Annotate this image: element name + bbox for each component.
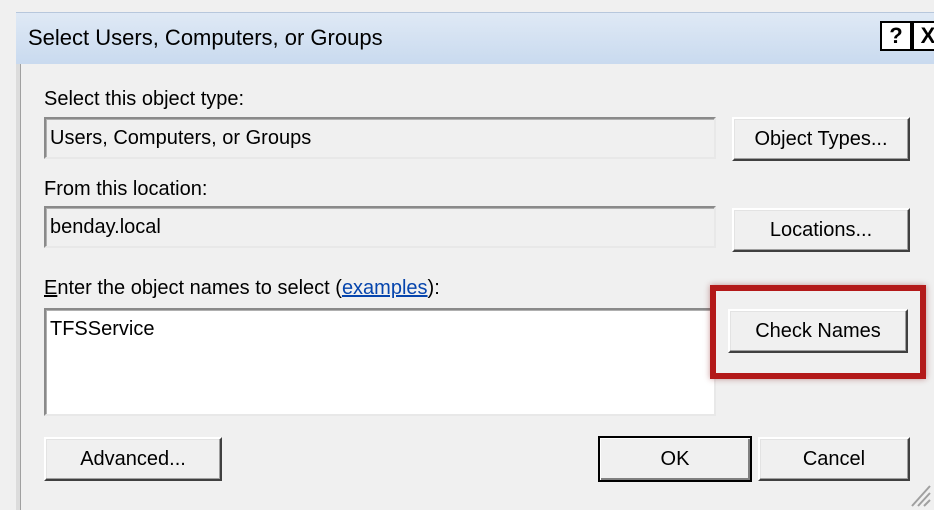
select-users-dialog: Select Users, Computers, or Groups ? X S…	[0, 0, 934, 510]
close-button[interactable]: X	[912, 21, 934, 51]
location-label: From this location:	[44, 178, 208, 200]
object-types-button[interactable]: Object Types...	[732, 117, 910, 161]
cancel-button[interactable]: Cancel	[758, 437, 910, 481]
object-names-label-end: ):	[427, 277, 440, 299]
locations-button[interactable]: Locations...	[732, 208, 910, 252]
object-names-label: Enter the object names to select (exampl…	[44, 277, 440, 300]
object-type-field: Users, Computers, or Groups	[44, 117, 716, 159]
title-bar: Select Users, Computers, or Groups ? X	[16, 12, 934, 64]
accelerator-e: E	[44, 277, 58, 299]
object-names-label-text: nter the object names to select (	[57, 277, 342, 299]
location-field: benday.local	[44, 206, 716, 248]
advanced-button[interactable]: Advanced...	[44, 437, 222, 481]
object-names-input[interactable]: TFSService	[44, 308, 716, 416]
dialog-title: Select Users, Computers, or Groups	[28, 25, 383, 50]
ok-button[interactable]: OK	[598, 436, 752, 482]
check-names-highlight-box	[710, 285, 926, 379]
object-type-label: Select this object type:	[44, 88, 245, 110]
window-frame-left	[16, 64, 21, 510]
resize-grip-icon[interactable]	[904, 478, 932, 508]
examples-link[interactable]: examples	[342, 277, 428, 299]
help-button[interactable]: ?	[880, 21, 912, 51]
